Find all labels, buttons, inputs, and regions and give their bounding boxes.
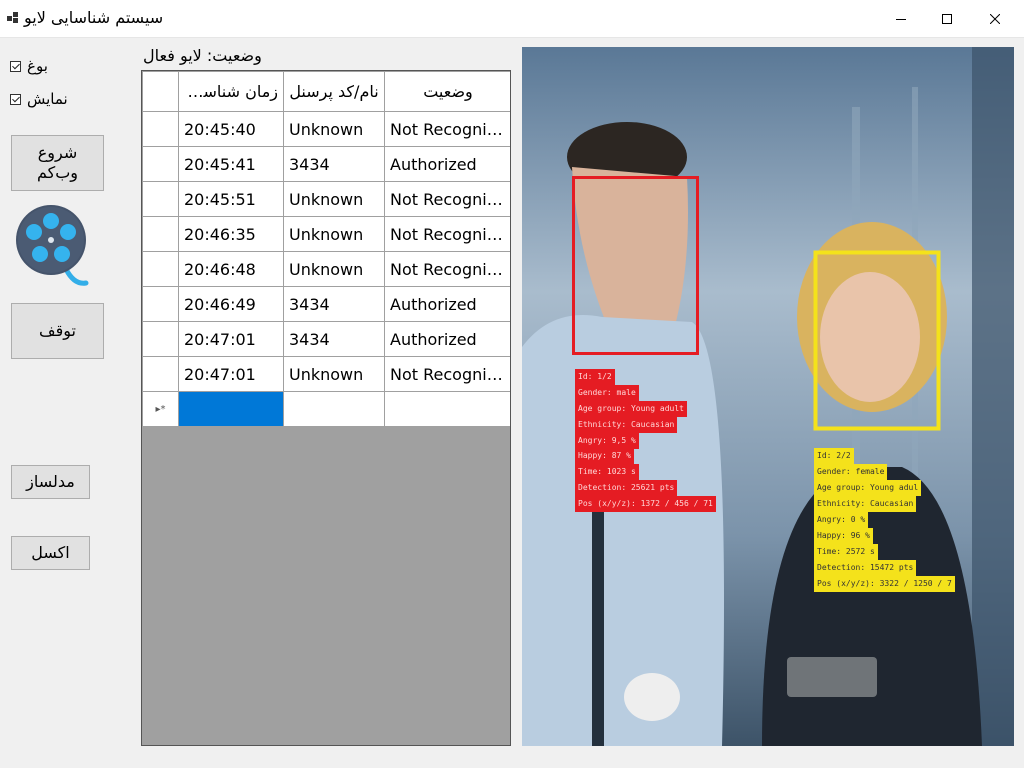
face-1-label-happy: Happy: 87 % [575, 448, 634, 464]
cell-personnel[interactable]: Unknown [283, 356, 385, 392]
face-2-label-happy: Happy: 96 % [814, 528, 873, 544]
table-row[interactable]: 20:45:40 Unknown Not Recogniz... [142, 111, 510, 147]
cell-status[interactable]: Not Recogniz... [384, 356, 510, 392]
model-builder-button[interactable]: مدلساز [11, 465, 90, 499]
face-2-label-time: Time: 2572 s [814, 544, 878, 560]
stop-label: توقف [39, 321, 76, 340]
live-video-panel: Id: 1/2 Gender: male Age group: Young ad… [522, 47, 1014, 746]
column-header-status[interactable]: وضعیت [384, 71, 510, 112]
cell-time[interactable]: 20:45:51 [178, 181, 284, 217]
status-label: وضعیت: لایو فعال [143, 46, 262, 65]
cell-status[interactable]: Not Recogniz... [384, 251, 510, 287]
face-2-label-detection: Detection: 15472 pts [814, 560, 917, 576]
face-2-label-ethnicity: Ethnicity: Caucasian [814, 496, 917, 512]
face-1-label-angry: Angry: 9,5 % [575, 433, 639, 449]
checkbox-checked-icon[interactable] [10, 93, 21, 105]
face-1-label-ethnicity: Ethnicity: Caucasian [575, 417, 678, 433]
table-row[interactable]: 20:46:48 Unknown Not Recogniz... [142, 251, 510, 287]
cell-status[interactable]: Authorized [384, 146, 510, 182]
cell-status[interactable]: Not Recogniz... [384, 181, 510, 217]
row-selector[interactable] [142, 146, 179, 182]
row-selector[interactable] [142, 251, 179, 287]
cell-status[interactable]: Not Recogniz... [384, 216, 510, 252]
face-1-label-detection: Detection: 25621 pts [575, 480, 678, 496]
table-row[interactable]: 20:46:35 Unknown Not Recogniz... [142, 216, 510, 252]
cell-personnel[interactable]: 3434 [283, 321, 385, 357]
recognition-log-grid[interactable]: زمان شناسایی نام/کد پرسنل وضعیت 20:45:40… [141, 70, 511, 746]
model-builder-label: مدلساز [26, 472, 75, 491]
face-1-label-time: Time: 1023 s [575, 464, 639, 480]
film-reel-icon [16, 205, 89, 286]
cell-personnel[interactable]: 3434 [283, 286, 385, 322]
cell-status[interactable]: Not Recogniz... [384, 111, 510, 147]
new-row[interactable]: ▸* [142, 391, 510, 427]
row-selector[interactable] [142, 356, 179, 392]
face-1-label-age: Age group: Young adult [575, 401, 687, 417]
checkbox-1-label: بوغ [27, 57, 48, 75]
maximize-icon [942, 13, 952, 24]
row-selector[interactable] [142, 286, 179, 322]
window-title: سیستم شناسایی لایو [24, 8, 164, 27]
table-row[interactable]: 20:45:51 Unknown Not Recogniz... [142, 181, 510, 217]
grid-header-row: زمان شناسایی نام/کد پرسنل وضعیت [142, 71, 510, 112]
face-1-label-position: Pos (x/y/z): 1372 / 456 / 71 [575, 496, 716, 512]
stop-button[interactable]: توقف [11, 303, 104, 359]
column-header-time[interactable]: زمان شناسایی [178, 71, 284, 112]
title-bar: سیستم شناسایی لایو [0, 0, 1024, 38]
cell-time[interactable]: 20:47:01 [178, 356, 284, 392]
minimize-button[interactable] [878, 0, 924, 37]
cell-personnel[interactable]: 3434 [283, 146, 385, 182]
start-webcam-label-1: شروع [37, 143, 78, 162]
cell-time[interactable]: 20:46:49 [178, 286, 284, 322]
excel-label: اکسل [31, 543, 70, 562]
excel-export-button[interactable]: اکسل [11, 536, 90, 570]
row-selector[interactable] [142, 216, 179, 252]
face-1-label-gender: Gender: male [575, 385, 639, 401]
table-row[interactable]: 20:45:41 3434 Authorized [142, 146, 510, 182]
cell-time[interactable]: 20:46:48 [178, 251, 284, 287]
cell-time[interactable]: 20:45:40 [178, 111, 284, 147]
new-row-cell-time[interactable] [178, 391, 284, 427]
cell-personnel[interactable]: Unknown [283, 111, 385, 147]
row-selector[interactable] [142, 321, 179, 357]
table-row[interactable]: 20:47:01 Unknown Not Recogniz... [142, 356, 510, 392]
checkbox-2-label: نمایش [27, 90, 68, 108]
app-icon [7, 12, 19, 24]
cell-time[interactable]: 20:46:35 [178, 216, 284, 252]
face-1-label-id: Id: 1/2 [575, 369, 615, 385]
cell-time[interactable]: 20:45:41 [178, 146, 284, 182]
close-icon [990, 13, 1000, 24]
table-row[interactable]: 20:47:01 3434 Authorized [142, 321, 510, 357]
checkbox-1[interactable]: بوغ [10, 57, 48, 75]
row-header-corner [142, 71, 179, 112]
maximize-button[interactable] [924, 0, 970, 37]
face-2-label-angry: Angry: 0 % [814, 512, 869, 528]
table-row[interactable]: 20:46:49 3434 Authorized [142, 286, 510, 322]
cell-personnel[interactable]: Unknown [283, 216, 385, 252]
new-row-cell-status[interactable] [384, 391, 510, 427]
new-row-marker[interactable]: ▸* [142, 391, 179, 427]
checkbox-2-display[interactable]: نمایش [10, 90, 68, 108]
cell-status[interactable]: Authorized [384, 286, 510, 322]
cell-personnel[interactable]: Unknown [283, 181, 385, 217]
column-header-personnel[interactable]: نام/کد پرسنل [283, 71, 385, 112]
face-2-label-age: Age group: Young adul [814, 480, 922, 496]
cell-time[interactable]: 20:47:01 [178, 321, 284, 357]
face-2-label-position: Pos (x/y/z): 3322 / 1250 / 7 [814, 576, 955, 592]
minimize-icon [896, 18, 906, 20]
row-selector[interactable] [142, 181, 179, 217]
close-button[interactable] [972, 0, 1018, 37]
new-row-cell-personnel[interactable] [283, 391, 385, 427]
checkbox-checked-icon[interactable] [10, 60, 21, 72]
row-selector[interactable] [142, 111, 179, 147]
face-2-label-id: Id: 2/2 [814, 448, 854, 464]
start-webcam-label-2: وب‌کم [36, 163, 79, 182]
start-webcam-button[interactable]: شروع وب‌کم [11, 135, 104, 191]
cell-status[interactable]: Authorized [384, 321, 510, 357]
face-2-label-gender: Gender: female [814, 464, 888, 480]
cell-personnel[interactable]: Unknown [283, 251, 385, 287]
